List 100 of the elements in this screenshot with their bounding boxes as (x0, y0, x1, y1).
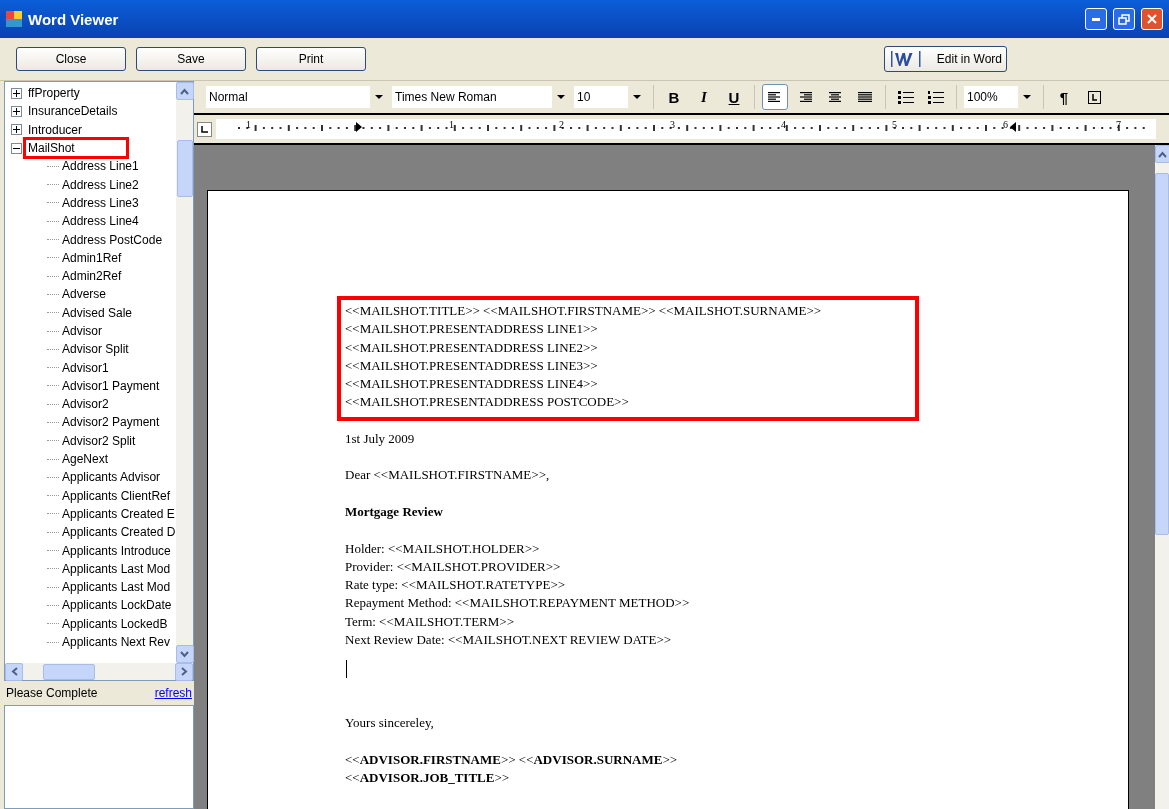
text-cursor (346, 660, 347, 679)
ruler-number: 3 (670, 119, 675, 130)
vertical-scrollbar[interactable] (176, 82, 193, 663)
closing: Yours sincereley, (345, 714, 435, 732)
tree-item[interactable]: Advisor1 Payment (62, 378, 160, 393)
expand-icon[interactable] (11, 105, 22, 117)
word-logo-icon (888, 49, 923, 69)
address-line: <<MAILSHOT.PRESENTADDRESS LINE1>> (345, 321, 599, 339)
bold-button[interactable]: B (661, 84, 687, 110)
tree-item[interactable]: Applicants Advisor (62, 470, 161, 485)
dropdown-arrow-icon (557, 95, 565, 99)
bullet-list-icon (898, 90, 914, 104)
scroll-left-icon (10, 667, 18, 676)
tree-item[interactable]: Admin1Ref (62, 250, 122, 265)
underline-button[interactable]: U (721, 84, 747, 110)
scrollbar-thumb[interactable] (1155, 173, 1169, 535)
tree-item[interactable]: Introducer (27, 122, 84, 137)
tree-item[interactable]: Applicants Last Mod (62, 561, 171, 576)
notes-field[interactable] (4, 705, 194, 809)
minimize-icon (1092, 17, 1100, 21)
toolbar-button[interactable]: Print (256, 47, 366, 71)
greeting: Dear <<MAILSHOT.FIRSTNAME>>, (345, 467, 551, 485)
tree-item[interactable]: Address PostCode (62, 232, 163, 247)
tree-item[interactable]: Applicants LockedB (62, 616, 168, 631)
address-line: <<MAILSHOT.TITLE>> <<MAILSHOT.FIRSTNAME>> <<MAILSHOT.SURNAME>> (345, 303, 823, 320)
letter-date: 1st July 2009 (345, 430, 416, 448)
tree-item[interactable]: Applicants Last Mod (62, 580, 171, 595)
dropdown-arrow-icon (633, 95, 641, 99)
align-left-icon (768, 91, 782, 103)
tree-item[interactable]: Applicants Created E (62, 506, 175, 521)
address-line: <<MAILSHOT.PRESENTADDRESS LINE2>> (345, 339, 599, 357)
tree-item[interactable]: Advisor2 Split (62, 433, 136, 448)
tree-item[interactable]: Advisor1 (62, 360, 109, 375)
document-scrollbar[interactable] (1155, 145, 1169, 809)
app-icon (6, 11, 22, 27)
tree-item[interactable]: InsuranceDetails (27, 104, 119, 119)
expand-icon[interactable] (11, 124, 22, 136)
right-indent-marker[interactable] (1010, 122, 1016, 132)
italic-button[interactable]: I (691, 84, 717, 110)
restore-icon (1118, 13, 1130, 25)
left-indent-marker[interactable] (356, 122, 362, 132)
scrollbar-thumb[interactable] (176, 140, 193, 197)
ruler-number: 5 (892, 119, 897, 130)
tree-item[interactable]: ffProperty (27, 86, 81, 101)
dropdown-arrow-icon (1023, 95, 1031, 99)
tree-item[interactable]: Advisor2 Payment (62, 415, 160, 430)
tree-item[interactable]: Address Line4 (62, 214, 139, 229)
window-title: Word Viewer (28, 10, 120, 28)
toolbar-button[interactable]: Save (136, 47, 246, 71)
tree-item[interactable]: Advisor Split (62, 342, 129, 357)
refresh-link[interactable]: refresh (154, 686, 192, 700)
edit-in-word-button[interactable]: Edit in Word (883, 46, 1007, 72)
restore-button[interactable] (1113, 8, 1135, 30)
tree-item[interactable]: AgeNext (62, 452, 109, 467)
show-formatting-button[interactable]: ¶ (1051, 84, 1077, 110)
tree-item[interactable]: Address Line1 (62, 159, 139, 174)
signature-line: <<ADVISOR.JOB_TITLE>> (345, 769, 511, 787)
tab-selector-icon[interactable] (197, 121, 212, 137)
detail-line: Holder: <<MAILSHOT.HOLDER>> (345, 540, 541, 558)
horizontal-scrollbar[interactable] (5, 663, 193, 680)
collapse-icon[interactable] (11, 142, 22, 154)
tree-item[interactable]: Advisor2 (62, 397, 109, 412)
scrollbar-thumb[interactable] (43, 663, 95, 680)
ruler-number: 4 (781, 119, 786, 130)
tree-item[interactable]: Address Line3 (62, 195, 139, 210)
tree-item[interactable]: Address Line2 (62, 177, 139, 192)
numbered-list-icon (928, 90, 944, 104)
detail-line: Rate type: <<MAILSHOT.RATETYPE>> (345, 577, 567, 595)
toolbar-button[interactable]: Close (16, 47, 126, 71)
tree-item[interactable]: Applicants Created D (62, 525, 176, 540)
ruler-number: 1 (246, 119, 251, 130)
align-button[interactable] (762, 84, 788, 110)
close-button[interactable] (1141, 8, 1163, 30)
ruler-number: 1 (449, 119, 454, 130)
zoom-dropdown[interactable]: 100% (964, 86, 1036, 108)
align-justify-icon (858, 91, 872, 103)
style-dropdown[interactable]: Normal (206, 86, 388, 108)
detail-line: Term: <<MAILSHOT.TERM>> (345, 613, 515, 631)
detail-line: Next Review Date: <<MAILSHOT.NEXT REVIEW DATE>> (345, 632, 673, 650)
letter-heading: Mortgage Review (345, 503, 444, 521)
expand-icon[interactable] (11, 87, 22, 99)
tree-item[interactable]: Admin2Ref (62, 269, 122, 284)
tree-item[interactable]: Applicants Next Rev (62, 635, 171, 650)
notes-label: Please Complete (6, 686, 98, 700)
tree-item[interactable]: Applicants ClientRef (62, 488, 171, 503)
tree-item[interactable]: Applicants LockDate (62, 598, 172, 613)
font-dropdown[interactable]: Times New Roman (392, 86, 570, 108)
font-size-dropdown[interactable]: 10 (574, 86, 646, 108)
tree-item[interactable]: Advisor (62, 324, 102, 338)
close-icon (1146, 13, 1158, 25)
tree-item[interactable]: Advised Sale (62, 305, 133, 320)
scroll-up-icon (1157, 150, 1167, 158)
minimize-button[interactable] (1085, 8, 1107, 30)
tree-item[interactable]: Applicants Introduce (62, 543, 171, 558)
scroll-up-icon (180, 87, 189, 95)
tree-item[interactable]: Adverse (62, 287, 107, 302)
scroll-right-icon (180, 667, 188, 676)
address-line: <<MAILSHOT.PRESENTADDRESS LINE3>> (345, 357, 599, 375)
ruler-number: 2 (559, 119, 564, 130)
detail-line: Provider: <<MAILSHOT.PROVIDER>> (345, 558, 562, 576)
